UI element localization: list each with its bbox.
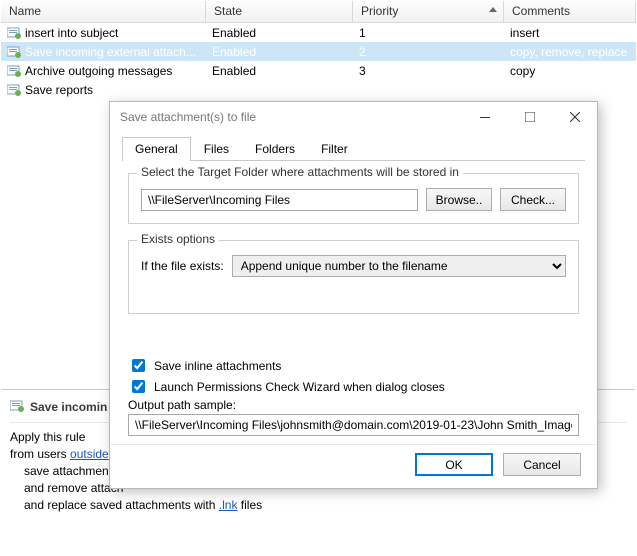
cell-comments: insert <box>504 24 636 42</box>
table-row[interactable]: Save incoming external attach...Enabled2… <box>1 42 636 61</box>
link-outside[interactable]: outside <box>70 447 109 461</box>
save-inline-label: Save inline attachments <box>154 359 281 373</box>
dialog-footer: OK Cancel <box>110 444 597 488</box>
rule-description-title-text: Save incomin <box>30 400 107 414</box>
rule-icon <box>7 65 21 77</box>
target-folder-input[interactable] <box>141 189 418 211</box>
cell-name: Archive outgoing messages <box>1 62 206 80</box>
cell-name: insert into subject <box>1 24 206 42</box>
browse-button[interactable]: Browse.. <box>426 188 492 211</box>
tab-filter[interactable]: Filter <box>308 137 361 161</box>
cell-comments: copy <box>504 62 636 80</box>
target-folder-group: Select the Target Folder where attachmen… <box>128 173 579 224</box>
launch-wizard-label: Launch Permissions Check Wizard when dia… <box>154 380 445 394</box>
cell-priority: 3 <box>353 62 504 80</box>
cell-state: Enabled <box>206 24 353 42</box>
table-header: Name State Priority Comments <box>1 1 636 23</box>
maximize-button[interactable] <box>507 102 552 132</box>
col-priority-label: Priority <box>361 4 398 18</box>
rules-table: Name State Priority Comments insert into… <box>0 0 637 100</box>
cell-priority <box>353 88 504 92</box>
rule-icon <box>7 27 21 39</box>
tab-folders[interactable]: Folders <box>242 137 308 161</box>
save-inline-checkbox[interactable] <box>132 359 145 372</box>
ok-button[interactable]: OK <box>415 453 493 476</box>
launch-wizard-checkbox[interactable] <box>132 380 145 393</box>
dialog-title: Save attachment(s) to file <box>120 110 256 124</box>
check-button[interactable]: Check... <box>500 188 566 211</box>
exists-options-legend: Exists options <box>137 232 219 246</box>
cell-comments: copy, remove, replace <box>504 43 636 61</box>
table-body: insert into subjectEnabled1insertSave in… <box>1 23 636 99</box>
tab-files[interactable]: Files <box>191 137 242 161</box>
target-folder-legend: Select the Target Folder where attachmen… <box>137 165 463 179</box>
col-state[interactable]: State <box>206 1 353 22</box>
dialog-titlebar[interactable]: Save attachment(s) to file <box>110 102 597 132</box>
cancel-button[interactable]: Cancel <box>503 453 581 476</box>
close-button[interactable] <box>552 102 597 132</box>
save-attachments-dialog: Save attachment(s) to file General Files… <box>109 101 598 489</box>
col-name[interactable]: Name <box>1 1 206 22</box>
dialog-tabs: General Files Folders Filter <box>122 136 585 161</box>
cell-priority: 2 <box>353 43 504 61</box>
minimize-button[interactable] <box>462 102 507 132</box>
tab-general-body: Select the Target Folder where attachmen… <box>110 161 597 444</box>
output-sample-field[interactable] <box>128 414 579 436</box>
cell-state <box>206 88 353 92</box>
link-lnk[interactable]: .lnk <box>219 498 238 512</box>
exists-options-group: Exists options If the file exists: Appen… <box>128 240 579 314</box>
sort-ascending-icon <box>489 7 497 12</box>
desc-line-5: and replace saved attachments with .lnk … <box>10 497 627 514</box>
rule-icon <box>7 46 21 58</box>
cell-comments <box>504 88 636 92</box>
output-sample-label: Output path sample: <box>128 398 579 412</box>
table-row[interactable]: Archive outgoing messagesEnabled3copy <box>1 61 636 80</box>
cell-name: Save reports <box>1 81 206 99</box>
cell-state: Enabled <box>206 43 353 61</box>
exists-label: If the file exists: <box>141 259 224 273</box>
tab-general[interactable]: General <box>122 137 191 161</box>
col-comments[interactable]: Comments <box>504 1 636 22</box>
cell-priority: 1 <box>353 24 504 42</box>
table-row[interactable]: Save reports <box>1 80 636 99</box>
cell-name: Save incoming external attach... <box>1 43 206 61</box>
table-row[interactable]: insert into subjectEnabled1insert <box>1 23 636 42</box>
col-priority[interactable]: Priority <box>353 1 504 22</box>
exists-select[interactable]: Append unique number to the filename <box>232 255 566 277</box>
rule-icon <box>7 84 21 96</box>
rule-icon <box>10 400 24 412</box>
cell-state: Enabled <box>206 62 353 80</box>
